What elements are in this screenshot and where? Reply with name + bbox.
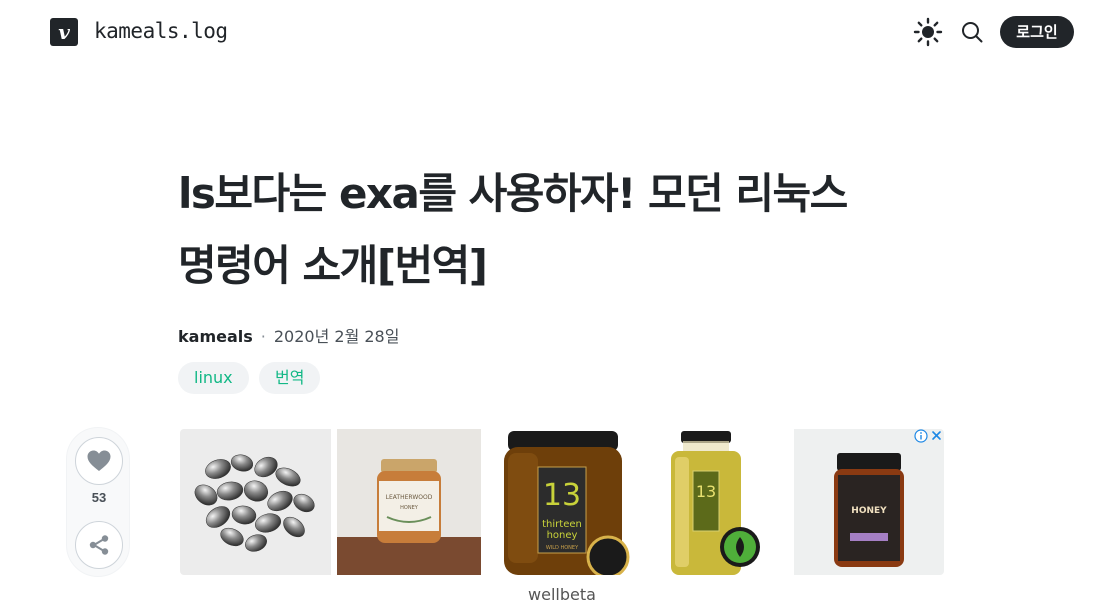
info-icon[interactable]	[914, 429, 928, 443]
meta-separator: ·	[260, 327, 266, 346]
ad-label: thirteen	[542, 519, 582, 530]
ad-label: 13	[696, 482, 716, 501]
post-meta: kameals · 2020년 2월 28일	[178, 326, 399, 348]
ad-item-leatherwood[interactable]: LEATHERWOOD HONEY	[337, 429, 481, 575]
post-title-line-2: 명령어 소개[번역]	[178, 241, 488, 290]
share-button[interactable]	[75, 521, 123, 569]
post-title-line-1: ls보다는 exa를 사용하자! 모던 리눅스	[178, 169, 848, 218]
author-link[interactable]: kameals	[178, 327, 253, 346]
ad-label: honey	[547, 530, 578, 541]
ad-image: 13 thirteen honey WILD HONEY	[486, 429, 638, 575]
ad-image: HONEY	[794, 429, 944, 575]
login-button[interactable]: 로그인	[1000, 16, 1074, 48]
ad-item-stones[interactable]	[180, 429, 331, 575]
like-button[interactable]	[75, 437, 123, 485]
ad-image	[180, 429, 331, 575]
ad-item-honey-jar[interactable]: HONEY	[794, 429, 944, 575]
ad-image: LEATHERWOOD HONEY	[337, 429, 481, 575]
like-count: 53	[91, 490, 107, 505]
ad-banner[interactable]: LEATHERWOOD HONEY 13 thirteen honey WILD…	[180, 429, 944, 575]
velog-logo[interactable]: v	[50, 18, 78, 46]
share-icon	[89, 535, 109, 555]
ad-image: 13	[641, 429, 791, 575]
ad-choices[interactable]	[914, 429, 944, 443]
search-button[interactable]	[957, 17, 987, 47]
ad-label: WILD HONEY	[546, 545, 579, 551]
blog-name[interactable]: kameals.log	[94, 19, 228, 43]
ad-label: HONEY	[851, 506, 887, 516]
theme-toggle-button[interactable]	[912, 16, 944, 48]
header: v kameals.log 로그인	[0, 0, 1109, 64]
post-actions-sidebar: 53	[66, 427, 130, 577]
ad-brand-name[interactable]: wellbeta	[180, 585, 944, 600]
close-icon[interactable]	[932, 431, 941, 440]
post-title: ls보다는 exa를 사용하자! 모던 리눅스 명령어 소개[번역]	[178, 158, 938, 302]
tag-translation[interactable]: 번역	[259, 362, 321, 394]
sun-icon	[913, 17, 943, 47]
ad-label: HONEY	[400, 505, 419, 511]
ad-label: 13	[543, 478, 581, 513]
ad-label: LEATHERWOOD	[386, 494, 433, 501]
heart-icon	[87, 450, 111, 471]
ad-item-thirteen-dark[interactable]: 13 thirteen honey WILD HONEY	[486, 429, 638, 575]
tag-linux[interactable]: linux	[178, 362, 249, 394]
ad-item-thirteen-light[interactable]: 13	[641, 429, 791, 575]
post-date: 2020년 2월 28일	[273, 327, 400, 346]
search-icon	[962, 22, 983, 43]
